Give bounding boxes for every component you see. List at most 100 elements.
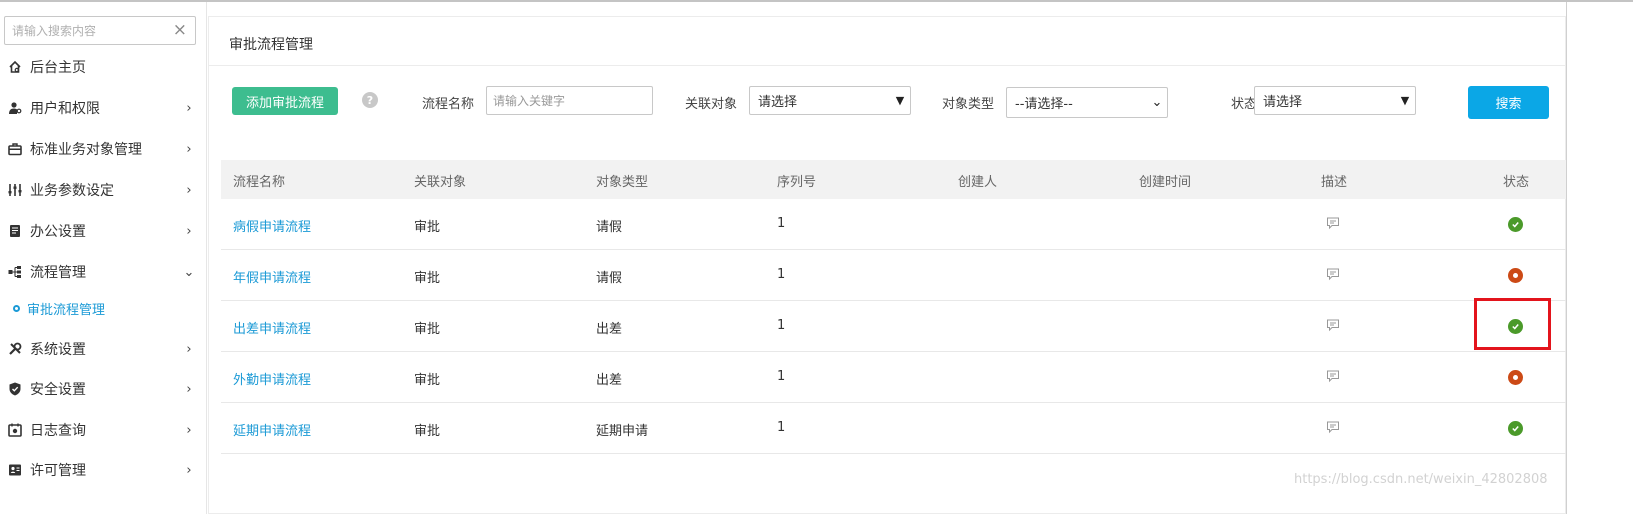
column-header: 描述 [1321, 175, 1348, 190]
flow-name-link[interactable]: 病假申请流程 [233, 216, 311, 235]
user-key-icon [0, 101, 30, 115]
object-type-cell: 请假 [596, 220, 623, 235]
chevron-right-icon: › [186, 100, 192, 116]
sliders-icon [0, 183, 30, 197]
sidebar-item-label: 标准业务对象管理 [30, 142, 142, 158]
flow-name-link[interactable]: 出差申请流程 [233, 318, 311, 337]
flow-name-link[interactable]: 延期申请流程 [233, 420, 311, 439]
sidebar-item-business-objects[interactable]: 标准业务对象管理 › [0, 129, 200, 169]
table-row: 年假申请流程 审批 请假 1 [221, 250, 1566, 301]
sidebar-subitem-label: 审批流程管理 [27, 302, 106, 318]
chevron-down-icon: ⌄ [183, 264, 195, 280]
sidebar-item-label: 系统设置 [30, 342, 86, 358]
comment-icon[interactable] [1326, 420, 1340, 434]
sequence-cell: 1 [777, 216, 786, 231]
sidebar-item-label: 流程管理 [30, 265, 86, 281]
column-header: 对象类型 [596, 175, 649, 190]
flow-name-link[interactable]: 年假申请流程 [233, 267, 311, 286]
flow-name-label: 流程名称 [422, 97, 475, 112]
comment-icon[interactable] [1326, 369, 1340, 383]
object-type-cell: 出差 [596, 373, 623, 388]
flow-name-input[interactable] [486, 86, 653, 115]
sidebar-item-logs[interactable]: 日志查询 › [0, 410, 200, 450]
sidebar-item-license[interactable]: 许可管理 › [0, 450, 200, 490]
table-row: 延期申请流程 审批 延期申请 1 [221, 403, 1566, 454]
chevron-right-icon: › [186, 223, 192, 239]
sidebar-subitem-approval-flow[interactable]: 审批流程管理 [0, 293, 200, 323]
table-row: 出差申请流程 审批 出差 1 [221, 301, 1566, 352]
related-object-cell: 审批 [414, 322, 441, 337]
help-icon[interactable]: ? [362, 92, 378, 108]
object-type-cell: 请假 [596, 271, 623, 286]
sidebar-item-label: 安全设置 [30, 382, 86, 398]
flow-name-link[interactable]: 外勤申请流程 [233, 369, 311, 388]
sidebar-item-office[interactable]: 办公设置 › [0, 211, 200, 251]
related-object-select[interactable]: 请选择 ▼ [749, 86, 911, 115]
chevron-right-icon: › [186, 462, 192, 478]
table-row: 病假申请流程 审批 请假 1 [221, 199, 1566, 250]
page-title: 审批流程管理 [229, 37, 313, 53]
sidebar-item-users[interactable]: 用户和权限 › [0, 88, 200, 128]
sidebar-item-parameters[interactable]: 业务参数设定 › [0, 170, 200, 210]
sequence-cell: 1 [777, 369, 786, 384]
chevron-right-icon: › [186, 182, 192, 198]
status-enabled-icon[interactable] [1508, 421, 1523, 436]
comment-icon[interactable] [1326, 216, 1340, 230]
add-approval-flow-button[interactable]: 添加审批流程 [232, 87, 338, 115]
sequence-cell: 1 [777, 267, 786, 282]
watermark: https://blog.csdn.net/weixin_42802808 [1294, 472, 1548, 487]
sequence-cell: 1 [777, 318, 786, 333]
table-row: 外勤申请流程 审批 出差 1 [221, 352, 1566, 403]
tools-icon [0, 342, 30, 356]
chevron-right-icon: › [186, 141, 192, 157]
status-select[interactable]: 请选择 ▼ [1254, 86, 1416, 115]
window-edge [1566, 2, 1567, 514]
status-disabled-icon[interactable] [1508, 370, 1523, 385]
sidebar-item-security[interactable]: 安全设置 › [0, 369, 200, 409]
sidebar-item-label: 日志查询 [30, 423, 86, 439]
column-header: 状态 [1503, 175, 1530, 190]
sidebar-search-box: × [4, 16, 196, 45]
shield-icon [0, 382, 30, 396]
chevron-right-icon: › [186, 381, 192, 397]
related-object-cell: 审批 [414, 373, 441, 388]
object-type-select[interactable]: --请选择-- ⌄ [1006, 87, 1168, 118]
clear-icon[interactable]: × [173, 20, 187, 40]
briefcase-icon [0, 142, 30, 156]
object-type-cell: 出差 [596, 322, 623, 337]
column-header: 关联对象 [414, 175, 467, 190]
sidebar-item-system[interactable]: 系统设置 › [0, 329, 200, 369]
status-enabled-icon[interactable] [1508, 217, 1523, 232]
sidebar-item-label: 用户和权限 [30, 101, 100, 117]
caret-down-icon: ▼ [1400, 94, 1410, 107]
status-enabled-icon[interactable] [1508, 319, 1523, 334]
search-button[interactable]: 搜索 [1468, 86, 1549, 119]
object-type-label: 对象类型 [942, 97, 995, 112]
filter-toolbar: 添加审批流程 ? 流程名称 关联对象 请选择 ▼ 对象类型 --请选择-- ⌄ … [209, 66, 1565, 146]
approval-flow-table: 流程名称 关联对象 对象类型 序列号 创建人 创建时间 描述 状态 病假申请流程… [221, 160, 1566, 454]
sidebar-item-label: 办公设置 [30, 224, 86, 240]
object-type-cell: 延期申请 [596, 424, 649, 439]
sidebar-item-home[interactable]: 后台主页 [0, 47, 200, 87]
column-header: 创建人 [958, 175, 998, 190]
status-disabled-icon[interactable] [1508, 268, 1523, 283]
circle-icon [13, 304, 20, 312]
chevron-right-icon: › [186, 422, 192, 438]
related-object-label: 关联对象 [685, 97, 738, 112]
chevron-right-icon: › [186, 341, 192, 357]
sidebar-item-label: 后台主页 [30, 60, 86, 76]
home-icon [0, 60, 30, 74]
chevron-down-icon: ⌄ [1151, 95, 1163, 110]
sidebar-search-input[interactable] [5, 17, 165, 44]
main-panel: 审批流程管理 添加审批流程 ? 流程名称 关联对象 请选择 ▼ 对象类型 --请… [208, 16, 1566, 514]
comment-icon[interactable] [1326, 318, 1340, 332]
sidebar: × 后台主页 用户和权限 › 标准业务对象管理 › 业务参数设定 › 办公设置 [0, 2, 207, 514]
document-icon [0, 224, 30, 238]
sidebar-item-label: 许可管理 [30, 463, 86, 479]
column-header: 序列号 [777, 175, 817, 190]
comment-icon[interactable] [1326, 267, 1340, 281]
related-object-cell: 审批 [414, 220, 441, 235]
log-icon [0, 423, 30, 437]
license-icon [0, 463, 30, 477]
sidebar-item-flow[interactable]: 流程管理 ⌄ [0, 252, 200, 292]
